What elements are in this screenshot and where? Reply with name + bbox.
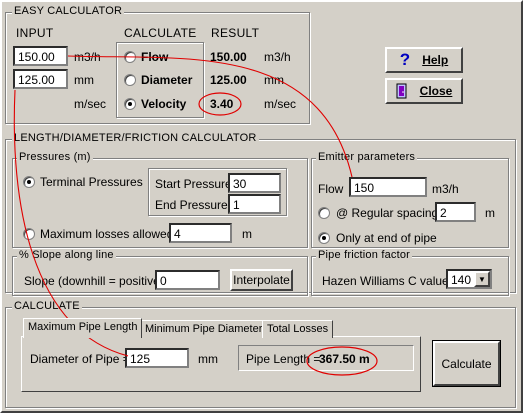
pipe-length-label: Pipe Length = bbox=[246, 352, 321, 366]
result-flow-value: 150.00 bbox=[210, 50, 247, 64]
diameter-of-pipe-input[interactable]: 125 bbox=[125, 348, 189, 368]
regular-spacing-input[interactable]: 2 bbox=[435, 202, 476, 222]
diameter-input[interactable]: 125.00 bbox=[13, 69, 68, 89]
close-button[interactable]: Close bbox=[385, 78, 463, 104]
regular-spacing-label[interactable]: @ Regular spacing bbox=[336, 206, 438, 220]
max-losses-unit: m bbox=[242, 227, 252, 241]
emitter-flow-input[interactable]: 150 bbox=[349, 177, 427, 197]
flow-input-unit: m3/h bbox=[74, 50, 101, 64]
tab-minimum-pipe-diameter[interactable]: Minimum Pipe Diameter bbox=[140, 320, 268, 338]
terminal-pressures-radio[interactable] bbox=[23, 176, 35, 188]
close-button-label: Close bbox=[419, 84, 453, 98]
input-header: INPUT bbox=[16, 26, 54, 40]
max-losses-radio[interactable] bbox=[23, 228, 35, 240]
help-button[interactable]: ? Help bbox=[385, 47, 463, 73]
diameter-of-pipe-unit: mm bbox=[198, 352, 218, 366]
start-pressure-label: Start Pressure bbox=[155, 177, 232, 191]
result-diameter-unit: mm bbox=[264, 73, 284, 87]
diameter-input-unit: mm bbox=[74, 73, 94, 87]
pipe-length-value: 367.50 m bbox=[319, 352, 370, 366]
velocity-input-unit: m/sec bbox=[74, 97, 107, 111]
start-pressure-input[interactable]: 30 bbox=[228, 173, 281, 193]
result-header: RESULT bbox=[211, 26, 260, 40]
end-of-pipe-label[interactable]: Only at end of pipe bbox=[336, 231, 437, 245]
interpolate-button[interactable]: Interpolate bbox=[230, 269, 293, 291]
chevron-down-icon[interactable]: ▼ bbox=[474, 271, 490, 287]
calculate-title: CALCULATE bbox=[12, 300, 82, 312]
ldf-calculator-title: LENGTH/DIAMETER/FRICTION CALCULATOR bbox=[12, 132, 259, 144]
tab-maximum-pipe-length[interactable]: Maximum Pipe Length bbox=[23, 318, 143, 338]
regular-spacing-radio[interactable] bbox=[318, 207, 330, 219]
velocity-radio[interactable] bbox=[124, 98, 136, 110]
emitter-parameters-title: Emitter parameters bbox=[316, 151, 418, 163]
end-of-pipe-radio[interactable] bbox=[318, 232, 330, 244]
flow-radio[interactable] bbox=[124, 51, 136, 63]
pipe-friction-title: Pipe friction factor bbox=[316, 249, 413, 261]
emitter-flow-label: Flow bbox=[318, 182, 344, 196]
tab-total-losses[interactable]: Total Losses bbox=[262, 320, 334, 338]
easy-calculator-title: EASY CALCULATOR bbox=[12, 5, 125, 17]
end-pressure-input[interactable]: 1 bbox=[228, 194, 281, 214]
terminal-pressures-label[interactable]: Terminal Pressures bbox=[40, 175, 143, 189]
slope-title: % Slope along line bbox=[17, 249, 116, 261]
slope-input[interactable]: 0 bbox=[155, 270, 220, 290]
regular-spacing-unit: m bbox=[485, 206, 495, 220]
slope-label: Slope (downhill = positive) bbox=[24, 274, 164, 288]
emitter-flow-unit: m3/h bbox=[432, 182, 459, 196]
result-velocity-value: 3.40 bbox=[210, 97, 234, 111]
max-losses-label[interactable]: Maximum losses allowed bbox=[40, 227, 173, 241]
result-diameter-value: 125.00 bbox=[210, 73, 247, 87]
result-velocity-unit: m/sec bbox=[264, 97, 297, 111]
hazen-williams-value: 140 bbox=[451, 273, 472, 287]
velocity-option-label[interactable]: Velocity bbox=[141, 97, 186, 111]
calculate-header: CALCULATE bbox=[124, 26, 197, 40]
diameter-of-pipe-label: Diameter of Pipe = bbox=[30, 352, 130, 366]
end-pressure-label: End Pressure bbox=[155, 198, 228, 212]
max-losses-input[interactable]: 4 bbox=[169, 223, 232, 243]
help-button-label: Help bbox=[422, 53, 449, 67]
question-mark-icon: ? bbox=[399, 50, 411, 69]
hazen-williams-label: Hazen Williams C value bbox=[322, 274, 449, 288]
diameter-option-label[interactable]: Diameter bbox=[141, 73, 192, 87]
pressures-title: Pressures (m) bbox=[17, 151, 93, 163]
door-exit-icon bbox=[396, 83, 408, 99]
calculate-button[interactable]: Calculate bbox=[432, 340, 501, 387]
flow-option-label[interactable]: Flow bbox=[141, 50, 168, 64]
diameter-radio[interactable] bbox=[124, 74, 136, 86]
result-flow-unit: m3/h bbox=[264, 50, 291, 64]
flow-input[interactable]: 150.00 bbox=[13, 46, 68, 66]
